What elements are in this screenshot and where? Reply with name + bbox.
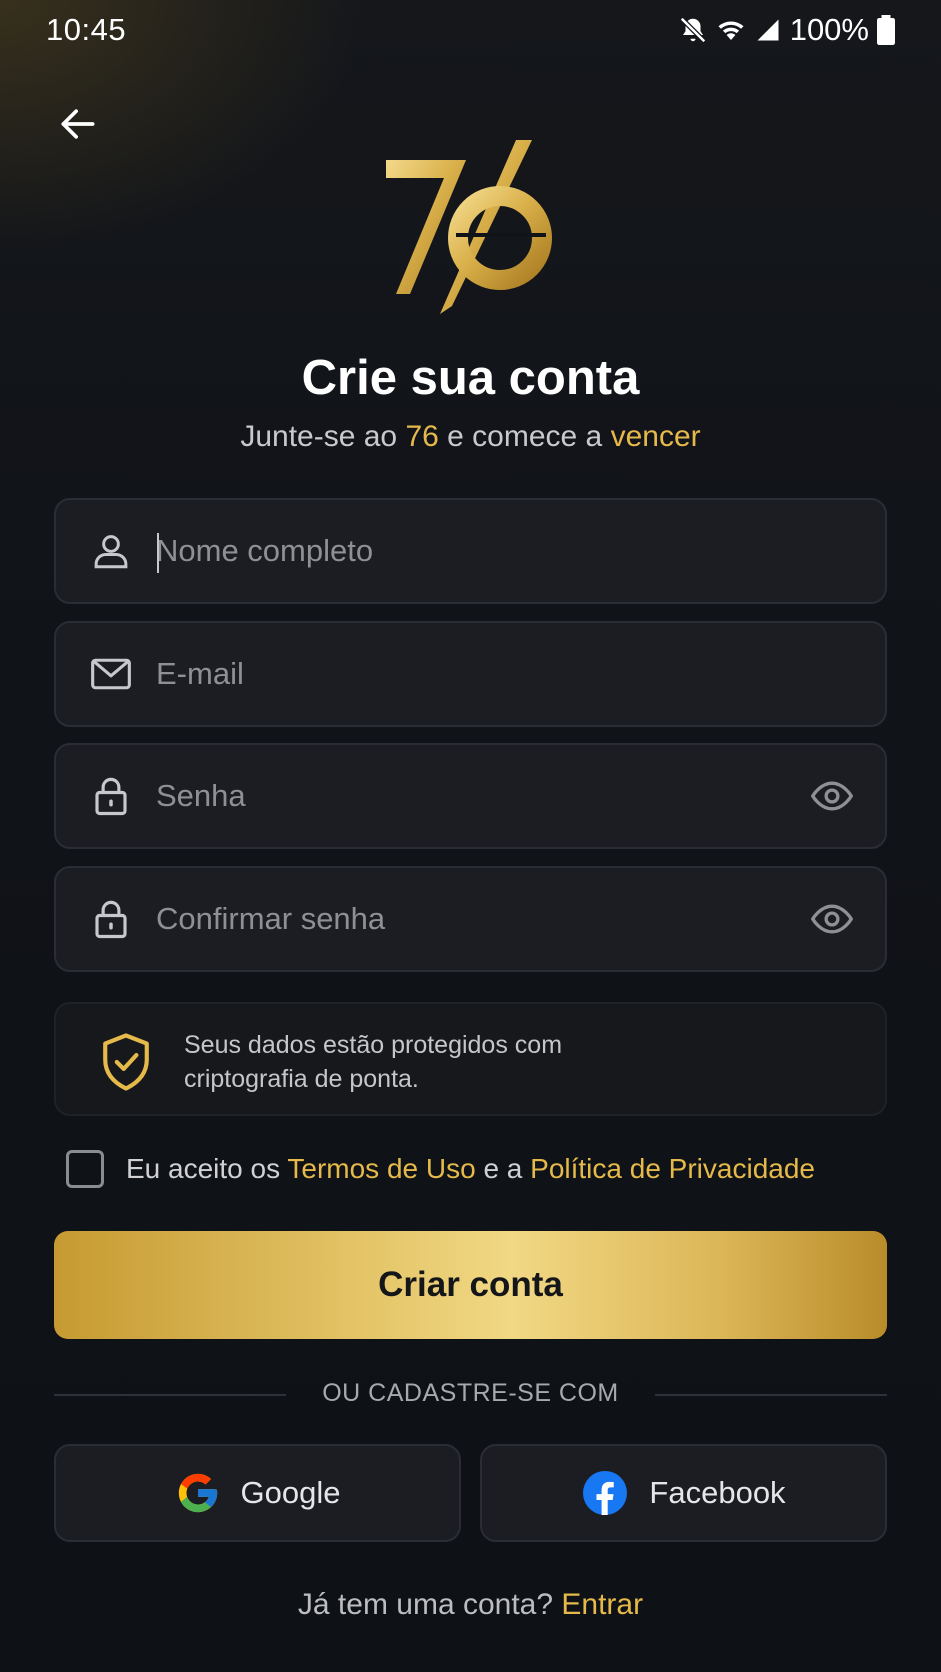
security-text-line2: criptografia de ponta. (184, 1065, 419, 1093)
subtitle-text-1: Junte-se ao (240, 420, 406, 453)
create-account-button[interactable]: Criar conta (54, 1231, 887, 1339)
terms-middle: e a (475, 1153, 531, 1184)
google-icon (178, 1473, 217, 1513)
status-icons: 100% (678, 12, 895, 48)
subtitle-brand: 76 (405, 420, 439, 453)
email-field[interactable] (54, 621, 887, 727)
toggle-password-visibility[interactable] (809, 773, 855, 819)
signal-icon (757, 19, 779, 41)
user-icon (88, 528, 134, 574)
terms-text: Eu aceito os Termos de Uso e a Política … (126, 1153, 815, 1185)
login-question: Já tem uma conta? (297, 1588, 562, 1621)
password-input[interactable] (156, 745, 756, 847)
facebook-signup-button[interactable]: Facebook (480, 1444, 887, 1542)
subtitle-text-2: e comece a (438, 420, 611, 453)
wifi-icon (718, 21, 744, 40)
email-input[interactable] (156, 623, 756, 725)
arrow-left-icon (61, 109, 95, 139)
name-field[interactable] (54, 498, 887, 604)
password-field[interactable] (54, 743, 887, 849)
page-subtitle: Junte-se ao 76 e comece a vencer (0, 420, 941, 454)
facebook-icon (583, 1471, 628, 1515)
login-link[interactable]: Entrar (561, 1588, 643, 1621)
shield-check-icon (103, 1033, 149, 1091)
terms-of-use-link[interactable]: Termos de Uso (287, 1153, 475, 1184)
social-divider: OU CADASTRE-SE COM (54, 1377, 887, 1413)
toggle-confirm-visibility[interactable] (809, 896, 855, 942)
status-bar: 10:45 100% (0, 0, 941, 60)
privacy-policy-link[interactable]: Política de Privacidade (530, 1153, 815, 1184)
eye-icon (810, 904, 854, 934)
text-caret (157, 533, 159, 573)
terms-row: Eu aceito os Termos de Uso e a Política … (66, 1148, 815, 1190)
divider-line-right (655, 1394, 887, 1396)
eye-icon (810, 781, 854, 811)
confirm-password-input[interactable] (156, 868, 756, 970)
signup-screen: 10:45 100% Crie sua conta Junte-se ao 76… (0, 0, 941, 1672)
security-notice: Seus dados estão protegidos com criptogr… (54, 1002, 887, 1116)
mute-icon (679, 16, 706, 44)
mail-icon (88, 651, 134, 697)
terms-checkbox[interactable] (66, 1150, 104, 1188)
lock-icon (88, 773, 134, 819)
security-text: Seus dados estão protegidos com criptogr… (184, 1028, 784, 1096)
status-time: 10:45 (46, 12, 127, 47)
brand-logo (386, 140, 552, 314)
battery-icon (877, 15, 895, 45)
battery-percent: 100% (789, 12, 869, 47)
lock-icon (88, 896, 134, 942)
google-label: Google (240, 1475, 341, 1510)
confirm-password-field[interactable] (54, 866, 887, 972)
facebook-label: Facebook (649, 1475, 786, 1510)
back-button[interactable] (52, 98, 104, 150)
security-text-line1: Seus dados estão protegidos com (184, 1031, 563, 1059)
create-account-label: Criar conta (378, 1265, 563, 1304)
login-prompt: Já tem uma conta? Entrar (0, 1588, 941, 1622)
terms-prefix: Eu aceito os (126, 1153, 288, 1184)
subtitle-accent: vencer (610, 420, 701, 453)
page-title: Crie sua conta (301, 351, 640, 405)
google-signup-button[interactable]: Google (54, 1444, 461, 1542)
name-input[interactable] (156, 500, 756, 602)
